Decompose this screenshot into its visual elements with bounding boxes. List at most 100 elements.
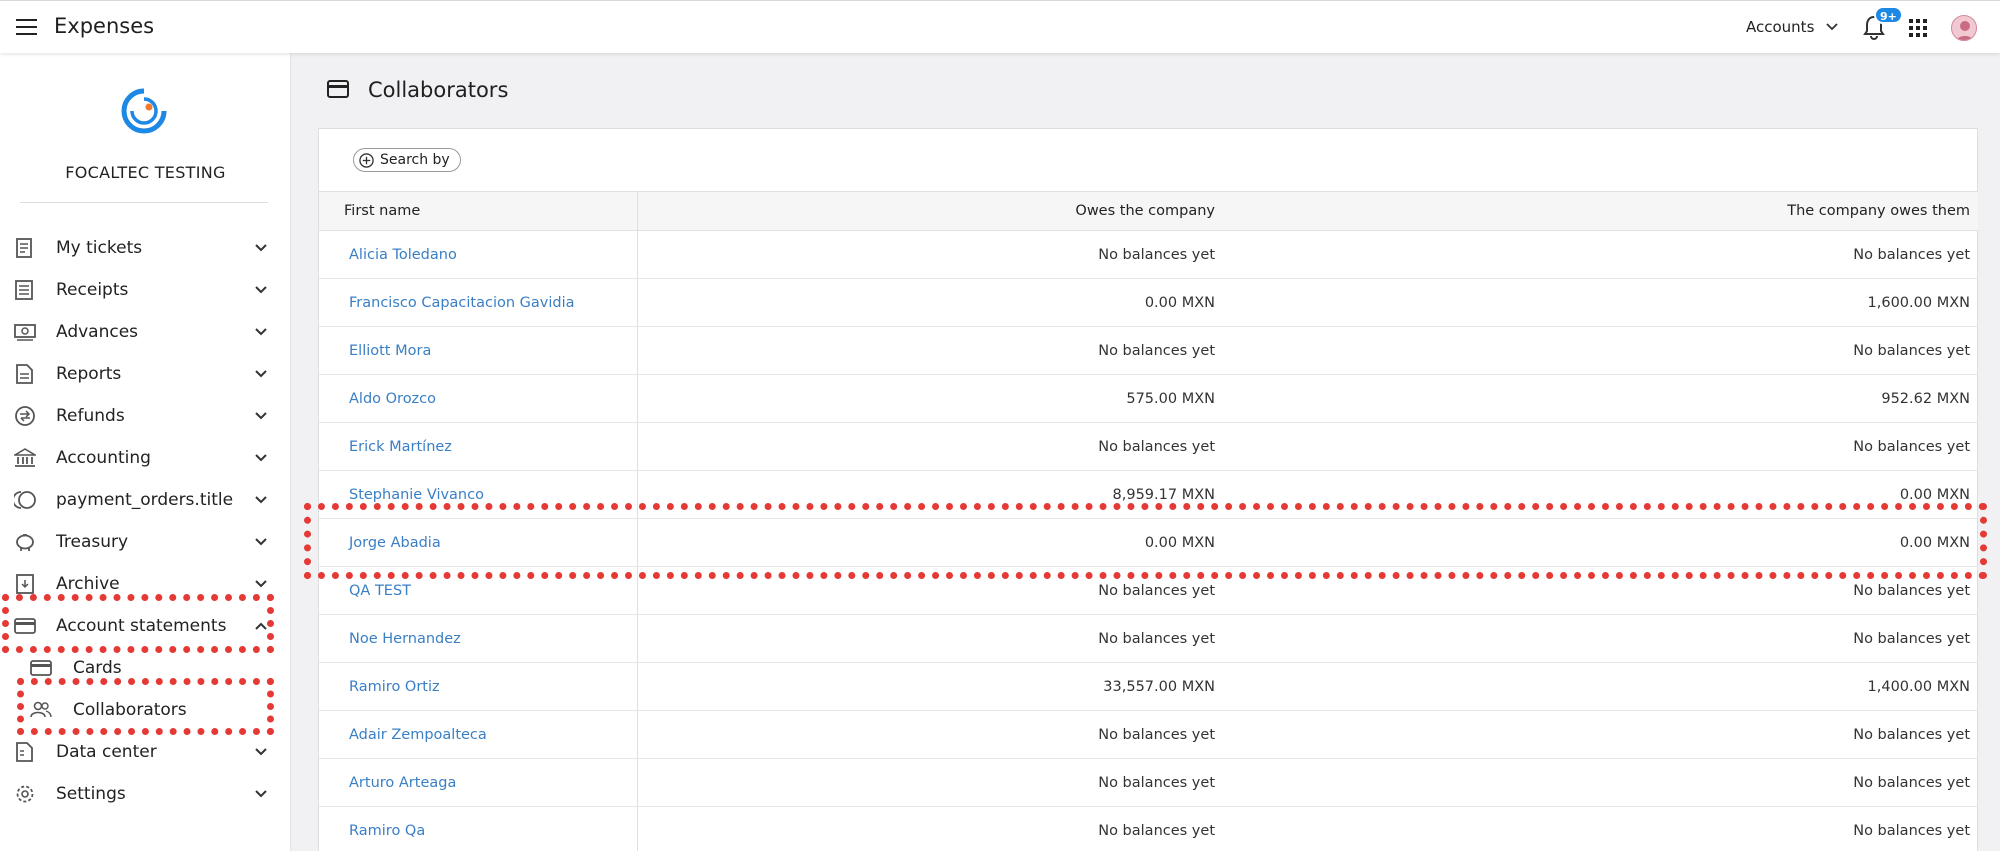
company-owes-value: 1,400.00 MXN [1223, 662, 1978, 711]
receipt-icon [15, 280, 33, 300]
sidebar-divider [20, 202, 268, 203]
company-owes-value: 952.62 MXN [1223, 374, 1978, 423]
sidebar-item-label: Settings [56, 784, 126, 804]
collaborator-name-link[interactable]: Jorge Abadia [319, 518, 638, 567]
notification-badge: 9+ [1874, 6, 1903, 24]
collaborator-name-link[interactable]: Francisco Capacitacion Gavidia [319, 278, 638, 327]
hamburger-menu-icon[interactable] [16, 19, 37, 35]
collaborator-name-link[interactable]: Arturo Arteaga [319, 758, 638, 807]
collaborator-name-link[interactable]: Noe Hernandez [319, 614, 638, 663]
sidebar-item-advances[interactable]: Advances [0, 311, 291, 353]
collaborator-name-link[interactable]: QA TEST [319, 566, 638, 615]
chevron-down-icon [255, 748, 267, 756]
sidebar-item-archive[interactable]: Archive [0, 563, 291, 605]
collaborator-name-link[interactable]: Ramiro Qa [319, 806, 638, 851]
card-icon [14, 618, 36, 634]
sidebar-item-label: Archive [56, 574, 120, 594]
sidebar-item-label: Advances [56, 322, 139, 342]
collaborator-name-link[interactable]: Aldo Orozco [319, 374, 638, 423]
sidebar-item-label: payment_orders.title [56, 490, 234, 510]
company-name: FOCALTEC TESTING [65, 163, 226, 182]
table-row: QA TEST No balances yet No balances yet [319, 566, 1978, 615]
company-owes-value: 1,600.00 MXN [1223, 278, 1978, 327]
chevron-down-icon [255, 328, 267, 336]
owes-company-value: 33,557.00 MXN [637, 662, 1223, 711]
table-row: Noe Hernandez No balances yet No balances … [319, 614, 1978, 663]
company-owes-value: No balances yet [1223, 230, 1978, 279]
top-bar: Expenses Accounts 9+ [0, 0, 2000, 53]
column-header-first-name[interactable]: First name [319, 191, 638, 231]
sidebar-item-label: Receipts [56, 280, 129, 300]
accounts-label: Accounts [1746, 18, 1815, 36]
sidebar-subitem-collaborators[interactable]: Collaborators [0, 689, 291, 731]
chevron-down-icon [1826, 23, 1838, 31]
owes-company-value: No balances yet [637, 710, 1223, 759]
accounts-dropdown[interactable]: Accounts [1746, 18, 1838, 36]
sidebar-item-account-statements[interactable]: Account statements [0, 605, 291, 647]
table-row: Alicia Toledano No balances yet No balance… [319, 230, 1978, 279]
chevron-down-icon [255, 454, 267, 462]
coins-icon [14, 491, 36, 509]
table-row: Jorge Abadia 0.00 MXN 0.00 MXN [319, 518, 1978, 567]
collaborator-name-link[interactable]: Adair Zempoalteca [319, 710, 638, 759]
collaborators-table: First name Owes the company The company … [319, 191, 1978, 851]
company-owes-value: No balances yet [1223, 566, 1978, 615]
chevron-down-icon [255, 412, 267, 420]
company-owes-value: No balances yet [1223, 326, 1978, 375]
sidebar-item-label: Refunds [56, 406, 125, 426]
gear-icon [16, 785, 34, 803]
owes-company-value: 0.00 MXN [637, 278, 1223, 327]
cash-icon [14, 324, 36, 341]
sidebar-item-treasury[interactable]: Treasury [0, 521, 291, 563]
sidebar-item-accounting[interactable]: Accounting [0, 437, 291, 479]
collaborator-name-link[interactable]: Stephanie Vivanco [319, 470, 638, 519]
chevron-down-icon [255, 790, 267, 798]
add-circle-icon [359, 153, 374, 168]
company-logo [121, 88, 167, 134]
sidebar-item-my-tickets[interactable]: My tickets [0, 227, 291, 269]
column-header-owes-company[interactable]: Owes the company [637, 191, 1223, 231]
sidebar-item-refunds[interactable]: Refunds [0, 395, 291, 437]
sidebar-item-payment-orders[interactable]: payment_orders.title [0, 479, 291, 521]
chevron-down-icon [255, 244, 267, 252]
column-header-company-owes[interactable]: The company owes them [1223, 191, 1978, 231]
chevron-down-icon [255, 370, 267, 378]
owes-company-value: 0.00 MXN [637, 518, 1223, 567]
refund-icon [15, 406, 35, 426]
sidebar-subitem-cards[interactable]: Cards [0, 647, 291, 689]
search-by-button[interactable]: Search by [353, 148, 461, 172]
table-row: Adair Zempoalteca No balances yet No balan… [319, 710, 1978, 759]
collaborator-name-link[interactable]: Elliott Mora [319, 326, 638, 375]
owes-company-value: No balances yet [637, 614, 1223, 663]
company-owes-value: No balances yet [1223, 422, 1978, 471]
owes-company-value: 575.00 MXN [637, 374, 1223, 423]
table-row: Ramiro Qa No balances yet No balances yet [319, 806, 1978, 851]
app-title: Expenses [54, 14, 155, 38]
sidebar-item-data-center[interactable]: Data center [0, 731, 291, 773]
company-owes-value: No balances yet [1223, 806, 1978, 851]
report-icon [16, 364, 33, 384]
company-owes-value: No balances yet [1223, 758, 1978, 807]
collaborator-name-link[interactable]: Erick Martínez [319, 422, 638, 471]
collaborator-name-link[interactable]: Alicia Toledano [319, 230, 638, 279]
table-row: Elliott Mora No balances yet No balances y… [319, 326, 1978, 375]
owes-company-value: No balances yet [637, 230, 1223, 279]
company-owes-value: No balances yet [1223, 710, 1978, 759]
chevron-up-icon [255, 622, 267, 630]
chevron-down-icon [255, 286, 267, 294]
apps-grid-icon[interactable] [1909, 19, 1927, 37]
owes-company-value: No balances yet [637, 758, 1223, 807]
page-title: Collaborators [368, 78, 509, 102]
avatar[interactable] [1951, 15, 1977, 41]
collaborator-name-link[interactable]: Ramiro Ortiz [319, 662, 638, 711]
sidebar-item-settings[interactable]: Settings [0, 773, 291, 815]
data-center-icon [16, 742, 33, 762]
sidebar-item-label: Data center [56, 742, 157, 762]
sidebar-item-reports[interactable]: Reports [0, 353, 291, 395]
table-row: Ramiro Ortiz 33,557.00 MXN 1,400.00 MXN [319, 662, 1978, 711]
ticket-icon [16, 238, 32, 258]
sidebar-item-receipts[interactable]: Receipts [0, 269, 291, 311]
card-icon [30, 660, 52, 676]
owes-company-value: No balances yet [637, 326, 1223, 375]
company-owes-value: 0.00 MXN [1223, 518, 1978, 567]
